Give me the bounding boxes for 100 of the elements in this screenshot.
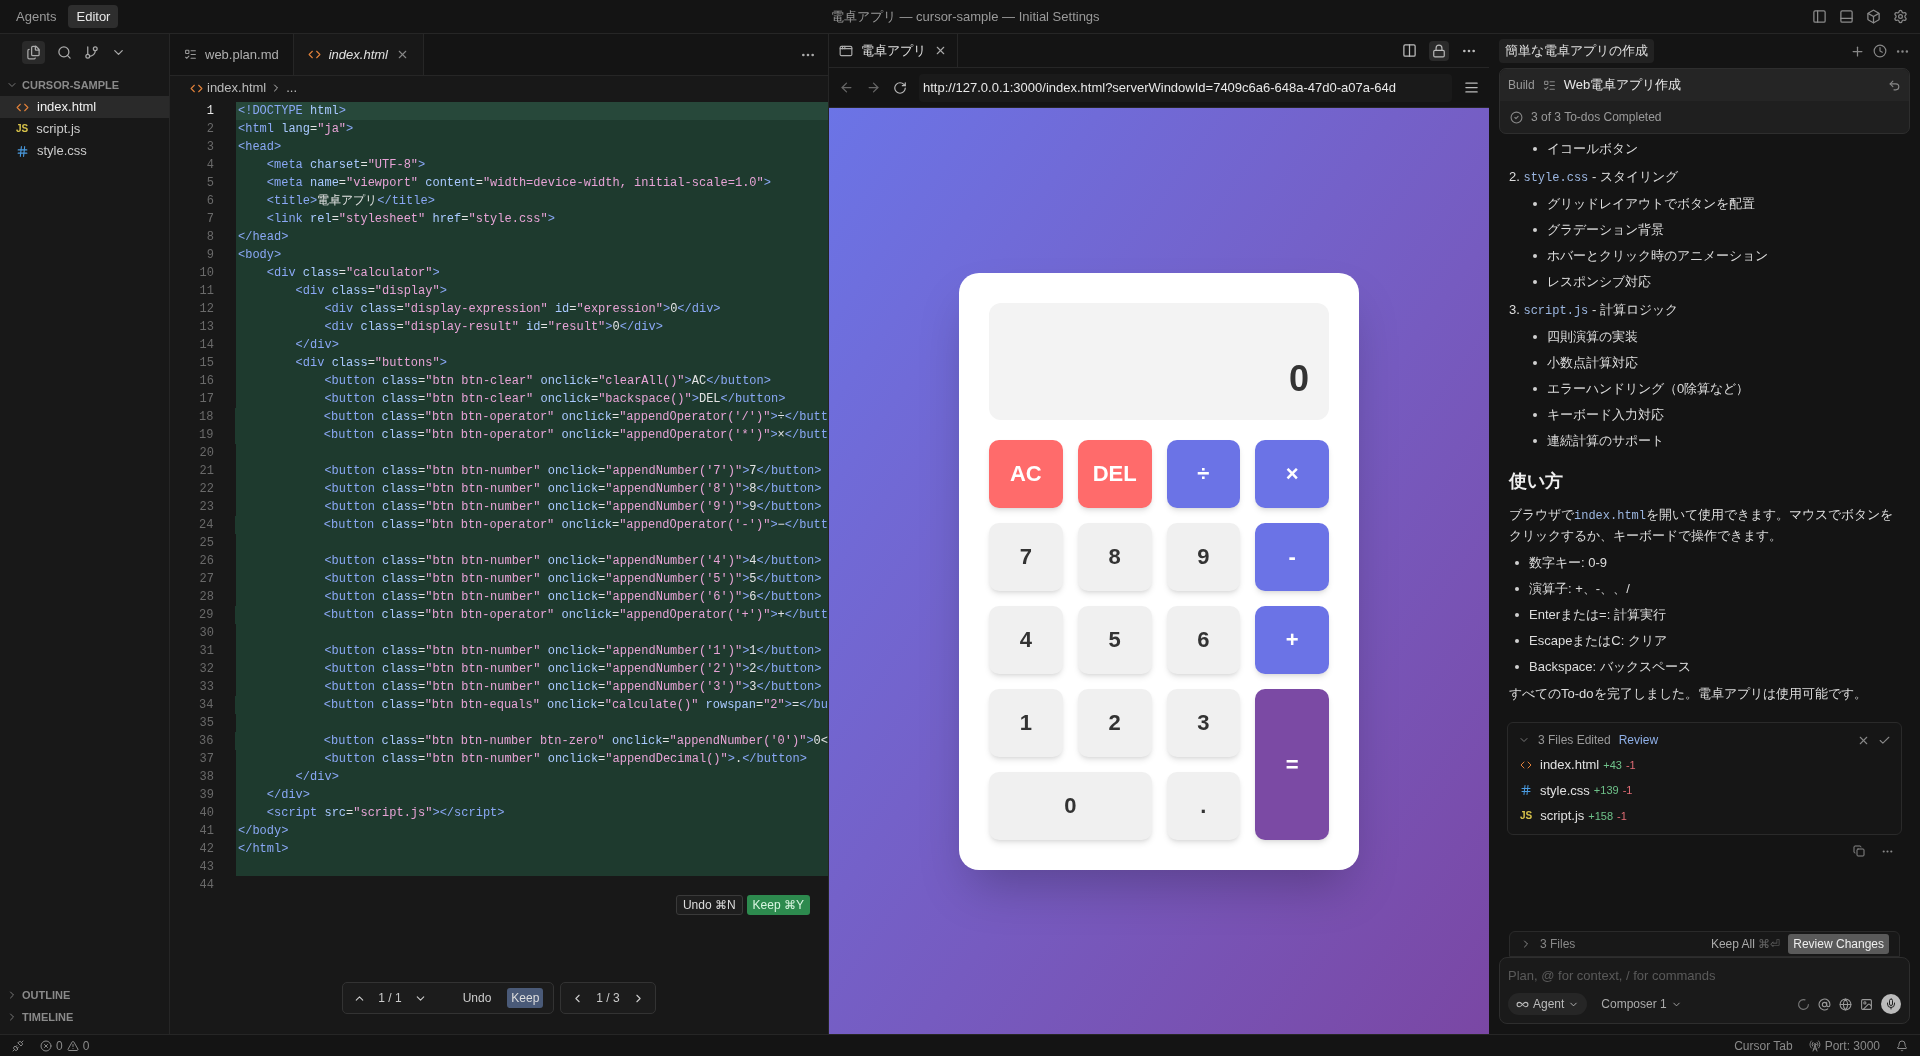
mode-tab[interactable]: Agents [8, 4, 65, 29]
lock-button[interactable] [1429, 40, 1449, 61]
line-number: 23 [198, 499, 215, 516]
file-item[interactable]: JS script.js [0, 118, 169, 140]
list-heading: 2. style.css - スタイリング [1509, 168, 1679, 187]
calculator-key[interactable]: ÷ [1166, 439, 1241, 508]
line-number: 21 [198, 463, 215, 480]
calculator-key[interactable]: 7 [989, 522, 1063, 591]
edited-file-item[interactable]: index.html +43 -1 [1518, 755, 1891, 775]
line-number: 41 [198, 823, 215, 840]
status-item[interactable]: Port: 3000 [1808, 1036, 1880, 1055]
line-number: 36 [198, 733, 215, 750]
browser-tab[interactable]: 電卓アプリ [829, 34, 958, 67]
globe-icon[interactable] [1839, 997, 1852, 1011]
line-number: 8 [205, 229, 215, 246]
calculator-key[interactable]: - [1255, 522, 1329, 591]
section-header[interactable]: OUTLINE [22, 986, 71, 1004]
line-number: 43 [198, 859, 215, 876]
line-number: 18 [198, 409, 215, 426]
split-view-icon[interactable] [1402, 43, 1417, 58]
paragraph: ブラウザでindex.htmlを開いて使用できます。マウスでボタンをクリックするか、キーボードで操作できます。 [1509, 506, 1894, 545]
todo-status: 3 of 3 To-dos Completed [1531, 109, 1662, 126]
calculator-key[interactable]: + [1255, 605, 1329, 674]
edited-file-item[interactable]: JS script.js +158 -1 [1518, 806, 1891, 826]
file-tab[interactable]: index.html [293, 34, 424, 75]
menu-icon[interactable] [1464, 80, 1479, 95]
keep-button[interactable]: Keep [507, 988, 544, 1008]
search-icon[interactable] [57, 44, 72, 60]
line-number: 32 [198, 661, 215, 678]
breadcrumb-item[interactable]: index.html [207, 78, 267, 98]
settings-icon[interactable] [1893, 9, 1908, 24]
files-icon [26, 44, 41, 60]
undo-button[interactable]: Undo ⌘N [675, 895, 743, 915]
explorer-tab[interactable] [22, 40, 45, 64]
calculator-key[interactable]: 1 [989, 688, 1063, 757]
calculator-key[interactable]: × [1255, 439, 1329, 508]
copy-icon[interactable] [1853, 844, 1865, 857]
calculator-key[interactable]: 8 [1077, 522, 1152, 591]
source-control-icon[interactable] [84, 44, 99, 60]
keep-button[interactable]: Keep ⌘Y [746, 895, 810, 915]
list-item: 数字キー: 0-9 [1529, 554, 1607, 572]
notification-icon[interactable] [1896, 1039, 1908, 1052]
mention-icon[interactable] [1818, 997, 1831, 1011]
line-number: 20 [198, 445, 215, 462]
close-icon[interactable] [934, 44, 947, 57]
undo-button[interactable]: Undo [458, 989, 496, 1007]
back-icon[interactable] [839, 80, 854, 95]
mode-tab[interactable]: Editor [68, 4, 119, 29]
image-icon[interactable] [1860, 997, 1873, 1011]
breadcrumb-item[interactable]: ... [286, 78, 298, 98]
code-brackets-icon [307, 48, 321, 61]
url-field[interactable]: http://127.0.0.1:3000/index.html?serverWindowId=7409c6a6-648a-47d0-a07a-64d [919, 73, 1452, 102]
list-item: 小数点計算対応 [1547, 354, 1638, 372]
line-number: 19 [198, 427, 215, 444]
chat-tab[interactable]: 簡単な電卓アプリの作成 [1499, 39, 1654, 63]
folder-name[interactable]: CURSOR-SAMPLE [22, 76, 120, 94]
browser-icon [839, 43, 853, 58]
line-number: 4 [205, 157, 215, 174]
problems-indicator[interactable]: 0 0 [40, 1036, 90, 1055]
file-item[interactable]: style.css [0, 140, 169, 162]
forward-icon[interactable] [866, 80, 881, 95]
sidebar-toggle-icon[interactable] [1812, 9, 1827, 24]
calculator-key[interactable]: 0 [989, 771, 1152, 840]
calculator-key[interactable]: 2 [1077, 688, 1152, 757]
js-file-icon: JS [16, 124, 29, 134]
history-icon[interactable] [1873, 44, 1887, 58]
file-counter: 1 / 3 [596, 990, 620, 1007]
section-header[interactable]: TIMELINE [22, 1008, 74, 1026]
file-tab[interactable]: web.plan.md [170, 34, 294, 75]
keep-all-button[interactable]: Keep All ⌘⏎ [1710, 934, 1781, 953]
calculator-key[interactable]: 3 [1166, 688, 1241, 757]
calculator-key[interactable]: 5 [1077, 605, 1152, 674]
plus-icon[interactable] [1850, 43, 1865, 59]
reload-icon[interactable] [893, 80, 907, 95]
composer-field[interactable]: Plan, @ for context, / for commands Agent Composer 1 [1499, 956, 1910, 1024]
panel-toggle-icon[interactable] [1839, 9, 1854, 24]
review-changes-button[interactable]: Review Changes [1788, 933, 1889, 954]
edited-file-item[interactable]: style.css +139 -1 [1518, 780, 1891, 800]
review-link[interactable]: Review [1618, 731, 1659, 749]
prompt-input[interactable]: Plan, @ for context, / for commands [1508, 965, 1901, 985]
calculator-key[interactable]: = [1255, 688, 1329, 840]
line-number: 22 [198, 481, 215, 498]
list-item: Enterまたは=: 計算実行 [1529, 606, 1666, 624]
model-dropdown[interactable]: Composer 1 [1595, 995, 1688, 1013]
mode-dropdown[interactable]: Agent [1508, 993, 1588, 1015]
calculator-key[interactable]: 9 [1166, 522, 1241, 591]
file-item[interactable]: index.html [0, 96, 169, 118]
remote-icon[interactable] [12, 1039, 24, 1052]
microphone-button[interactable] [1881, 994, 1901, 1014]
calculator-key[interactable]: 6 [1166, 605, 1241, 674]
microphone-icon [1885, 998, 1897, 1010]
calculator-key[interactable]: . [1166, 771, 1241, 840]
undo-icon[interactable] [1888, 78, 1901, 92]
cube-icon[interactable] [1866, 9, 1881, 24]
status-item[interactable]: Cursor Tab [1734, 1036, 1793, 1055]
line-number: 14 [198, 337, 215, 354]
line-number: 33 [198, 679, 215, 696]
calculator-key[interactable]: 4 [989, 605, 1063, 674]
line-number: 2 [205, 121, 215, 138]
line-number: 38 [198, 769, 215, 786]
